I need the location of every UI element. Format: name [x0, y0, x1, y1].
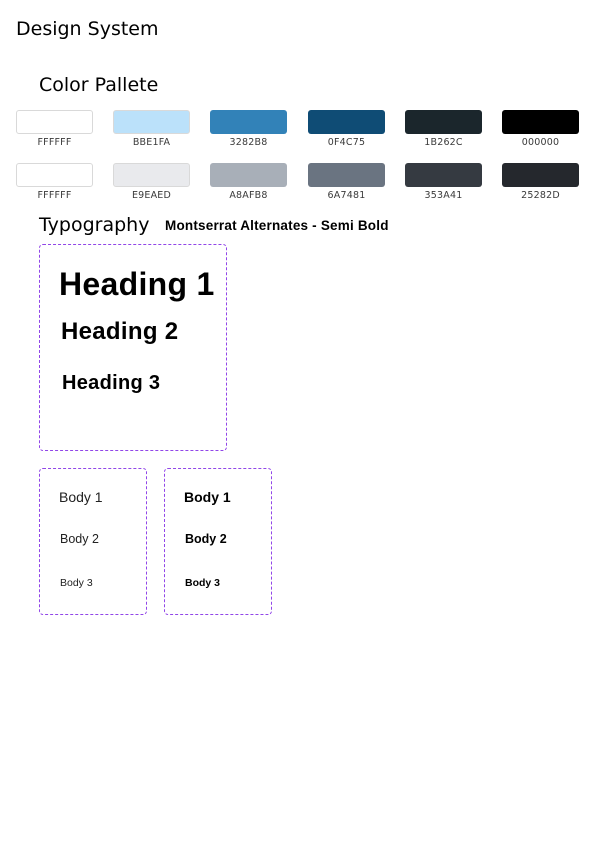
body-2-bold-sample: Body 2: [185, 532, 227, 546]
color-swatch: [308, 110, 385, 134]
color-swatch-label: 353A41: [424, 190, 463, 201]
heading-1-sample: Heading 1: [59, 266, 215, 302]
color-swatch: [210, 110, 287, 134]
color-swatch-label: 0F4C75: [327, 137, 366, 148]
body-1-regular-sample: Body 1: [59, 489, 103, 505]
font-name-label: Montserrat Alternates - Semi Bold: [165, 218, 389, 233]
heading-3-sample: Heading 3: [62, 372, 161, 394]
color-swatch: [210, 163, 287, 187]
body-2-regular-sample: Body 2: [60, 532, 99, 546]
color-swatch-label: 25282D: [521, 190, 560, 201]
body-1-bold-sample: Body 1: [184, 489, 231, 505]
color-swatch: [16, 110, 93, 134]
color-swatch-label: FFFFFF: [37, 137, 72, 148]
color-swatch-label: BBE1FA: [132, 137, 171, 148]
page-title: Design System: [16, 18, 159, 40]
color-swatch-label: 6A7481: [327, 190, 366, 201]
body-3-bold-sample: Body 3: [185, 577, 221, 589]
color-swatch: [405, 110, 482, 134]
color-swatch-label: 3282B8: [229, 137, 268, 148]
color-swatch-label: E9EAED: [131, 190, 172, 201]
heading-2-sample: Heading 2: [61, 318, 179, 345]
color-swatch-label: 1B262C: [424, 137, 463, 148]
color-swatch: [502, 110, 579, 134]
color-palette-title: Color Pallete: [39, 74, 159, 96]
color-swatch-label: A8AFB8: [229, 190, 268, 201]
color-swatch: [405, 163, 482, 187]
typography-title: Typography: [39, 214, 150, 236]
color-swatch: [502, 163, 579, 187]
color-swatch-label: 000000: [521, 137, 560, 148]
color-swatch: [113, 110, 190, 134]
color-swatch: [308, 163, 385, 187]
body-3-regular-sample: Body 3: [60, 577, 93, 589]
color-swatch: [113, 163, 190, 187]
color-swatch-label: FFFFFF: [37, 190, 72, 201]
color-swatch: [16, 163, 93, 187]
